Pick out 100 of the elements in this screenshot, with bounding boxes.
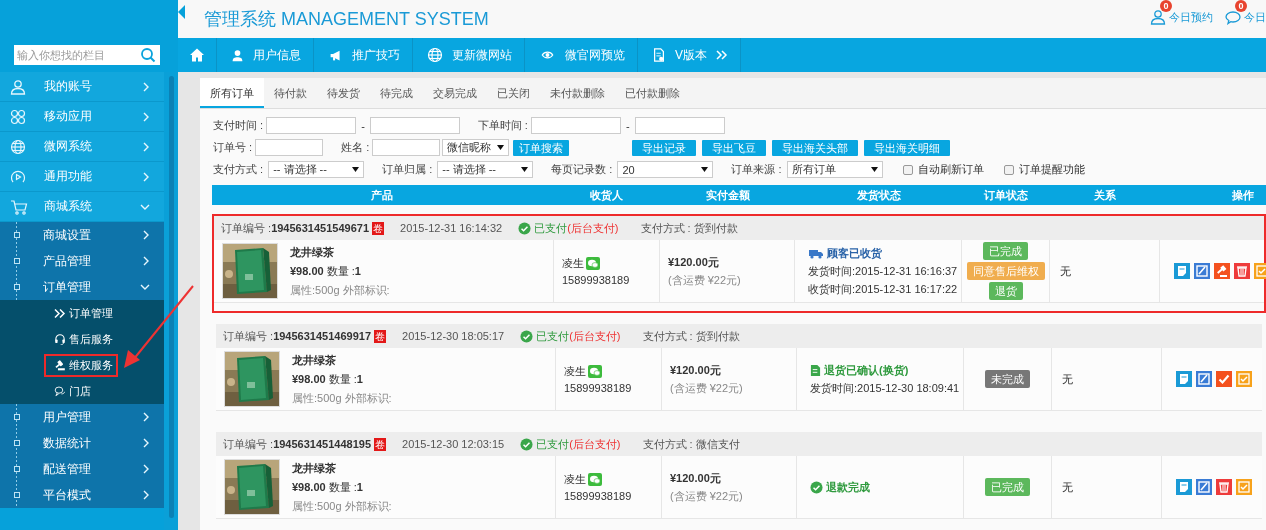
export-button[interactable]: 导出记录 [632,139,697,156]
document-icon [810,363,821,377]
chat-bubbles-icon [54,385,66,397]
payment-method: 支付方式 : 货到付款 [642,328,740,344]
menu-item[interactable]: 通用功能 [0,162,164,192]
select-field[interactable]: -- 请选择 -- [268,161,365,178]
edit-icon[interactable] [1196,371,1212,387]
edit-icon[interactable] [1196,479,1212,495]
tab[interactable]: 已关闭 [487,78,540,108]
megaphone-icon [328,48,343,62]
dropdown-icon [352,167,360,172]
select-field[interactable]: -- 请选择 -- [437,161,534,178]
tab[interactable]: 待发货 [317,78,370,108]
tab[interactable]: 待完成 [370,78,423,108]
relation-text: 无 [1060,263,1072,279]
submenu-item[interactable]: 平台模式 [0,482,164,508]
submenu-item[interactable]: 商城设置 [0,222,164,248]
nav-link[interactable]: 更新微网站 [413,38,525,72]
submenu-item[interactable]: 订单管理 [0,274,164,300]
field-label: 每页记录数 : [551,162,613,177]
certificate-icon[interactable] [1254,263,1266,279]
user-icon [10,78,26,95]
submenu-item[interactable]: 产品管理 [0,248,164,274]
checkbox-square[interactable] [1003,164,1014,175]
input-field[interactable] [255,139,324,156]
receiver-phone: 15899938189 [564,490,633,502]
column-header: 产品 [370,187,394,203]
note-icon[interactable] [1176,371,1192,387]
export-button[interactable]: 导出海关明细 [864,139,951,156]
shipping-fee: (含运费 ¥22元) [670,380,744,396]
payment-method: 支付方式 : 货到付款 [640,220,738,236]
trash-icon[interactable] [1234,263,1250,279]
submenu-link[interactable]: 维权服务 [44,353,118,377]
submenu-item[interactable]: 配送管理 [0,456,164,482]
truck-icon [808,247,824,259]
nav-link[interactable]: 推广技巧 [314,38,413,72]
search-field[interactable]: 输入你想找的栏目 [14,45,160,65]
input-field[interactable] [369,117,460,134]
tab[interactable]: 已付款删除 [615,78,690,108]
nav-link[interactable]: V版本 [638,38,741,72]
certificate-icon[interactable] [1236,371,1252,387]
document-icon [652,47,666,63]
product-attributes: 属性:500g 外部标识: [292,390,392,406]
export-button[interactable]: 导出海关头部 [772,139,859,156]
submenu-link[interactable]: 订单管理 [44,301,118,325]
header-link[interactable]: 今日 [1225,9,1266,25]
gavel-icon[interactable] [1214,263,1230,279]
column-header: 关系 [1093,187,1117,203]
scrollbar[interactable] [168,76,174,518]
menu-item[interactable]: 我的账号 [0,72,164,102]
amount: ¥120.00元 [670,470,722,486]
select-field[interactable]: 20 [617,161,714,178]
status-button[interactable]: 未完成 [985,370,1030,388]
nav-link[interactable]: 用户信息 [217,38,314,72]
menu-item[interactable]: 商城系统 [0,192,164,222]
select-field[interactable]: 微信昵称 [442,139,510,156]
payment-method: 支付方式 : 微信支付 [642,436,740,452]
coupon-tag: 卷 [374,329,386,343]
edit-icon[interactable] [1194,263,1210,279]
submenu-item[interactable]: 用户管理 [0,404,164,430]
shipping-status: 退款完成 [826,479,870,495]
eye-icon [539,49,556,61]
receiver-phone: 15899938189 [564,382,633,394]
amount: ¥120.00元 [668,254,720,270]
check-circle-icon [520,437,534,451]
column-header: 收货人 [588,187,624,203]
checkbox-square[interactable] [902,164,913,175]
submenu-link[interactable]: 售后服务 [44,327,118,351]
note-icon[interactable] [1174,263,1190,279]
tab[interactable]: 待付款 [264,78,317,108]
trash-icon[interactable] [1216,479,1232,495]
input-field[interactable] [530,117,621,134]
checkbox[interactable]: 订单提醒功能 [1003,162,1085,177]
coupon-tag: 卷 [374,437,386,451]
header-link[interactable]: 今日预约 [1150,9,1213,25]
search-button[interactable]: 订单搜索 [513,139,570,156]
order-number: 订单编号 :1945631451549671 [221,220,369,236]
input-field[interactable] [266,117,357,134]
check-icon[interactable] [1216,371,1232,387]
wechat-icon [588,473,602,486]
checkbox[interactable]: 自动刷新订单 [902,162,984,177]
nav-link[interactable]: 微官网预览 [525,38,638,72]
input-field[interactable] [634,117,725,134]
column-header: 操作 [1231,187,1255,203]
note-icon[interactable] [1176,479,1192,495]
export-button[interactable]: 导出飞豆 [702,139,767,156]
certificate-icon[interactable] [1236,479,1252,495]
tab[interactable]: 所有订单 [200,78,264,108]
check-circle-icon [520,329,534,343]
receiver-name: 凌生 [564,364,586,379]
select-field[interactable]: 所有订单 [786,161,883,178]
submenu-link[interactable]: 门店 [44,379,96,403]
app-title: 管理系统 MANAGEMENT SYSTEM [204,8,490,31]
order-time: 2015-12-30 12:03:15 [402,438,505,450]
tab[interactable]: 交易完成 [423,78,487,108]
submenu-item[interactable]: 数据统计 [0,430,164,456]
menu-item[interactable]: 移动应用 [0,102,164,132]
input-field[interactable] [372,139,441,156]
menu-item[interactable]: 微网系统 [0,132,164,162]
tab[interactable]: 未付款删除 [540,78,615,108]
